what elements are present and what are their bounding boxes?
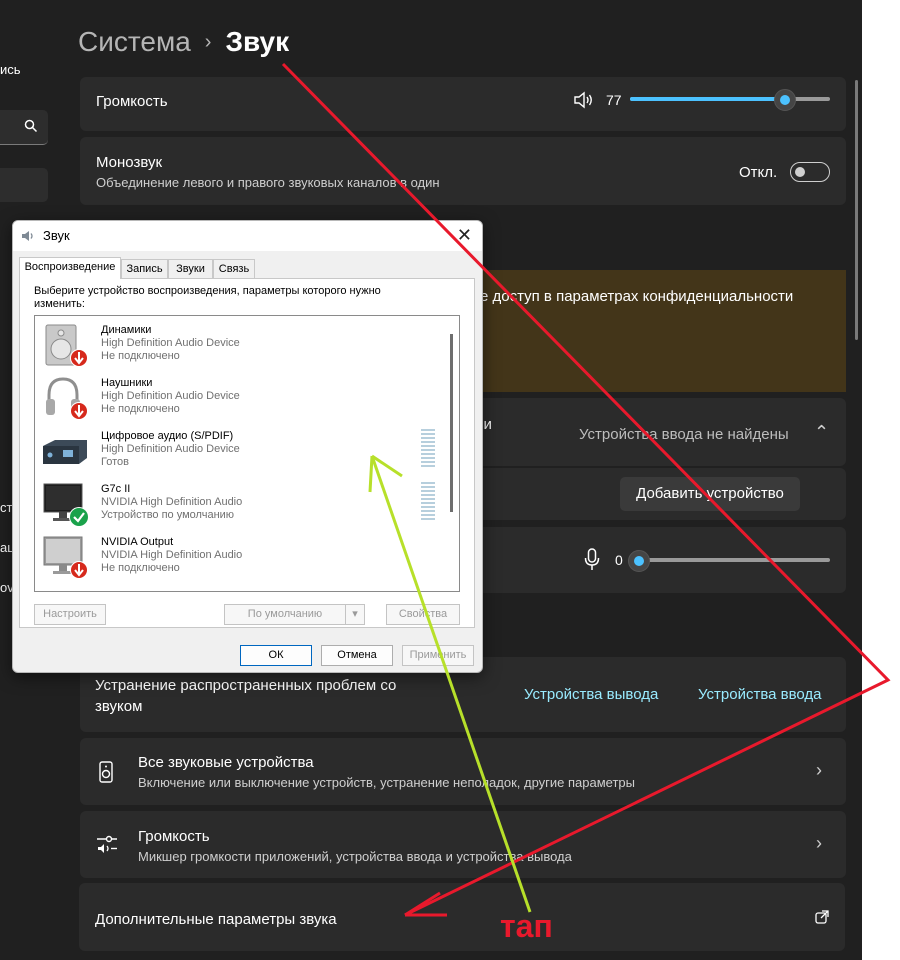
annotation-arrows: [281, 62, 891, 917]
red-annotation-arrow: [281, 62, 891, 917]
green-annotation-arrow: [370, 455, 532, 913]
tab-playback[interactable]: Воспроизведение: [19, 257, 121, 279]
tap-annotation: тап: [500, 908, 553, 944]
